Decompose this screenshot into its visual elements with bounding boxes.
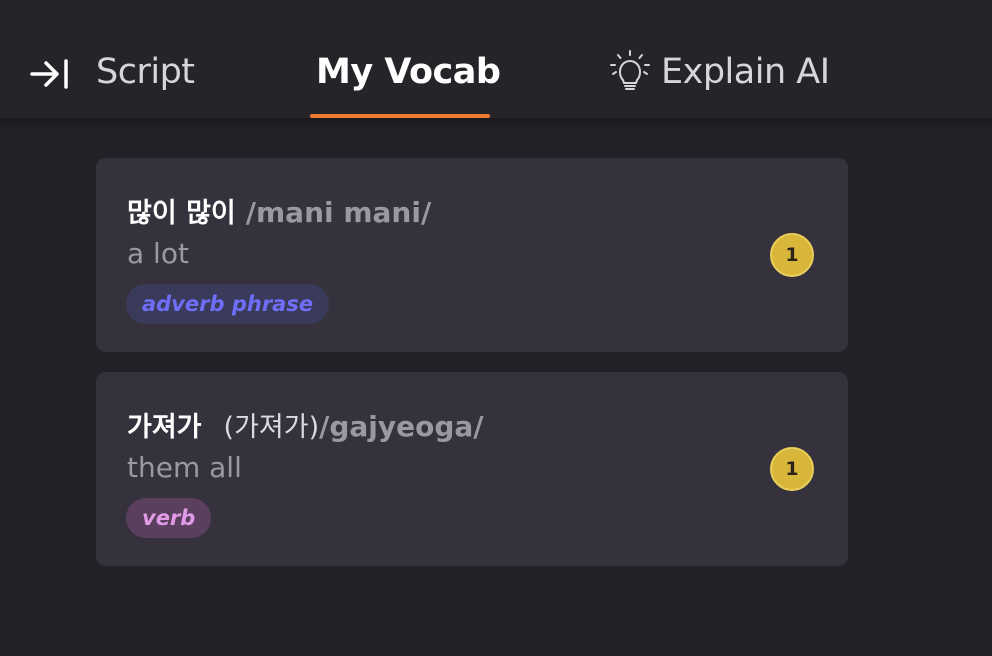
vocab-romanization: /gajyeoga/	[319, 410, 484, 443]
tab-my-vocab[interactable]: My Vocab	[316, 48, 501, 96]
vocab-meaning: a lot	[127, 237, 189, 270]
vocab-meaning: them all	[127, 451, 242, 484]
part-of-speech-tag: adverb phrase	[126, 284, 330, 324]
lightbulb-icon[interactable]	[606, 50, 654, 92]
word-line: 많이 많이 /mani mani/	[127, 191, 431, 230]
tab-bar: Script My Vocab Explain AI	[0, 0, 992, 118]
tab-explain-ai[interactable]: Explain AI	[661, 48, 830, 96]
vocab-word: 가져가	[127, 412, 202, 443]
active-tab-indicator	[310, 114, 490, 118]
vocab-original-form: (가져가)	[223, 412, 320, 443]
vocab-romanization: /mani mani/	[245, 196, 432, 229]
tab-script[interactable]: Script	[96, 48, 195, 96]
collapse-panel-icon[interactable]	[30, 58, 70, 90]
vocab-card[interactable]: 가져가 (가져가) /gajyeoga/ them all verb 1	[96, 372, 848, 566]
part-of-speech-tag: verb	[126, 498, 212, 538]
vocab-word: 많이 많이	[127, 198, 236, 229]
lookup-count-badge: 1	[770, 447, 814, 491]
word-line: 가져가 (가져가) /gajyeoga/	[127, 405, 484, 444]
vocab-card[interactable]: 많이 많이 /mani mani/ a lot adverb phrase 1	[96, 158, 848, 352]
lookup-count-badge: 1	[770, 233, 814, 277]
